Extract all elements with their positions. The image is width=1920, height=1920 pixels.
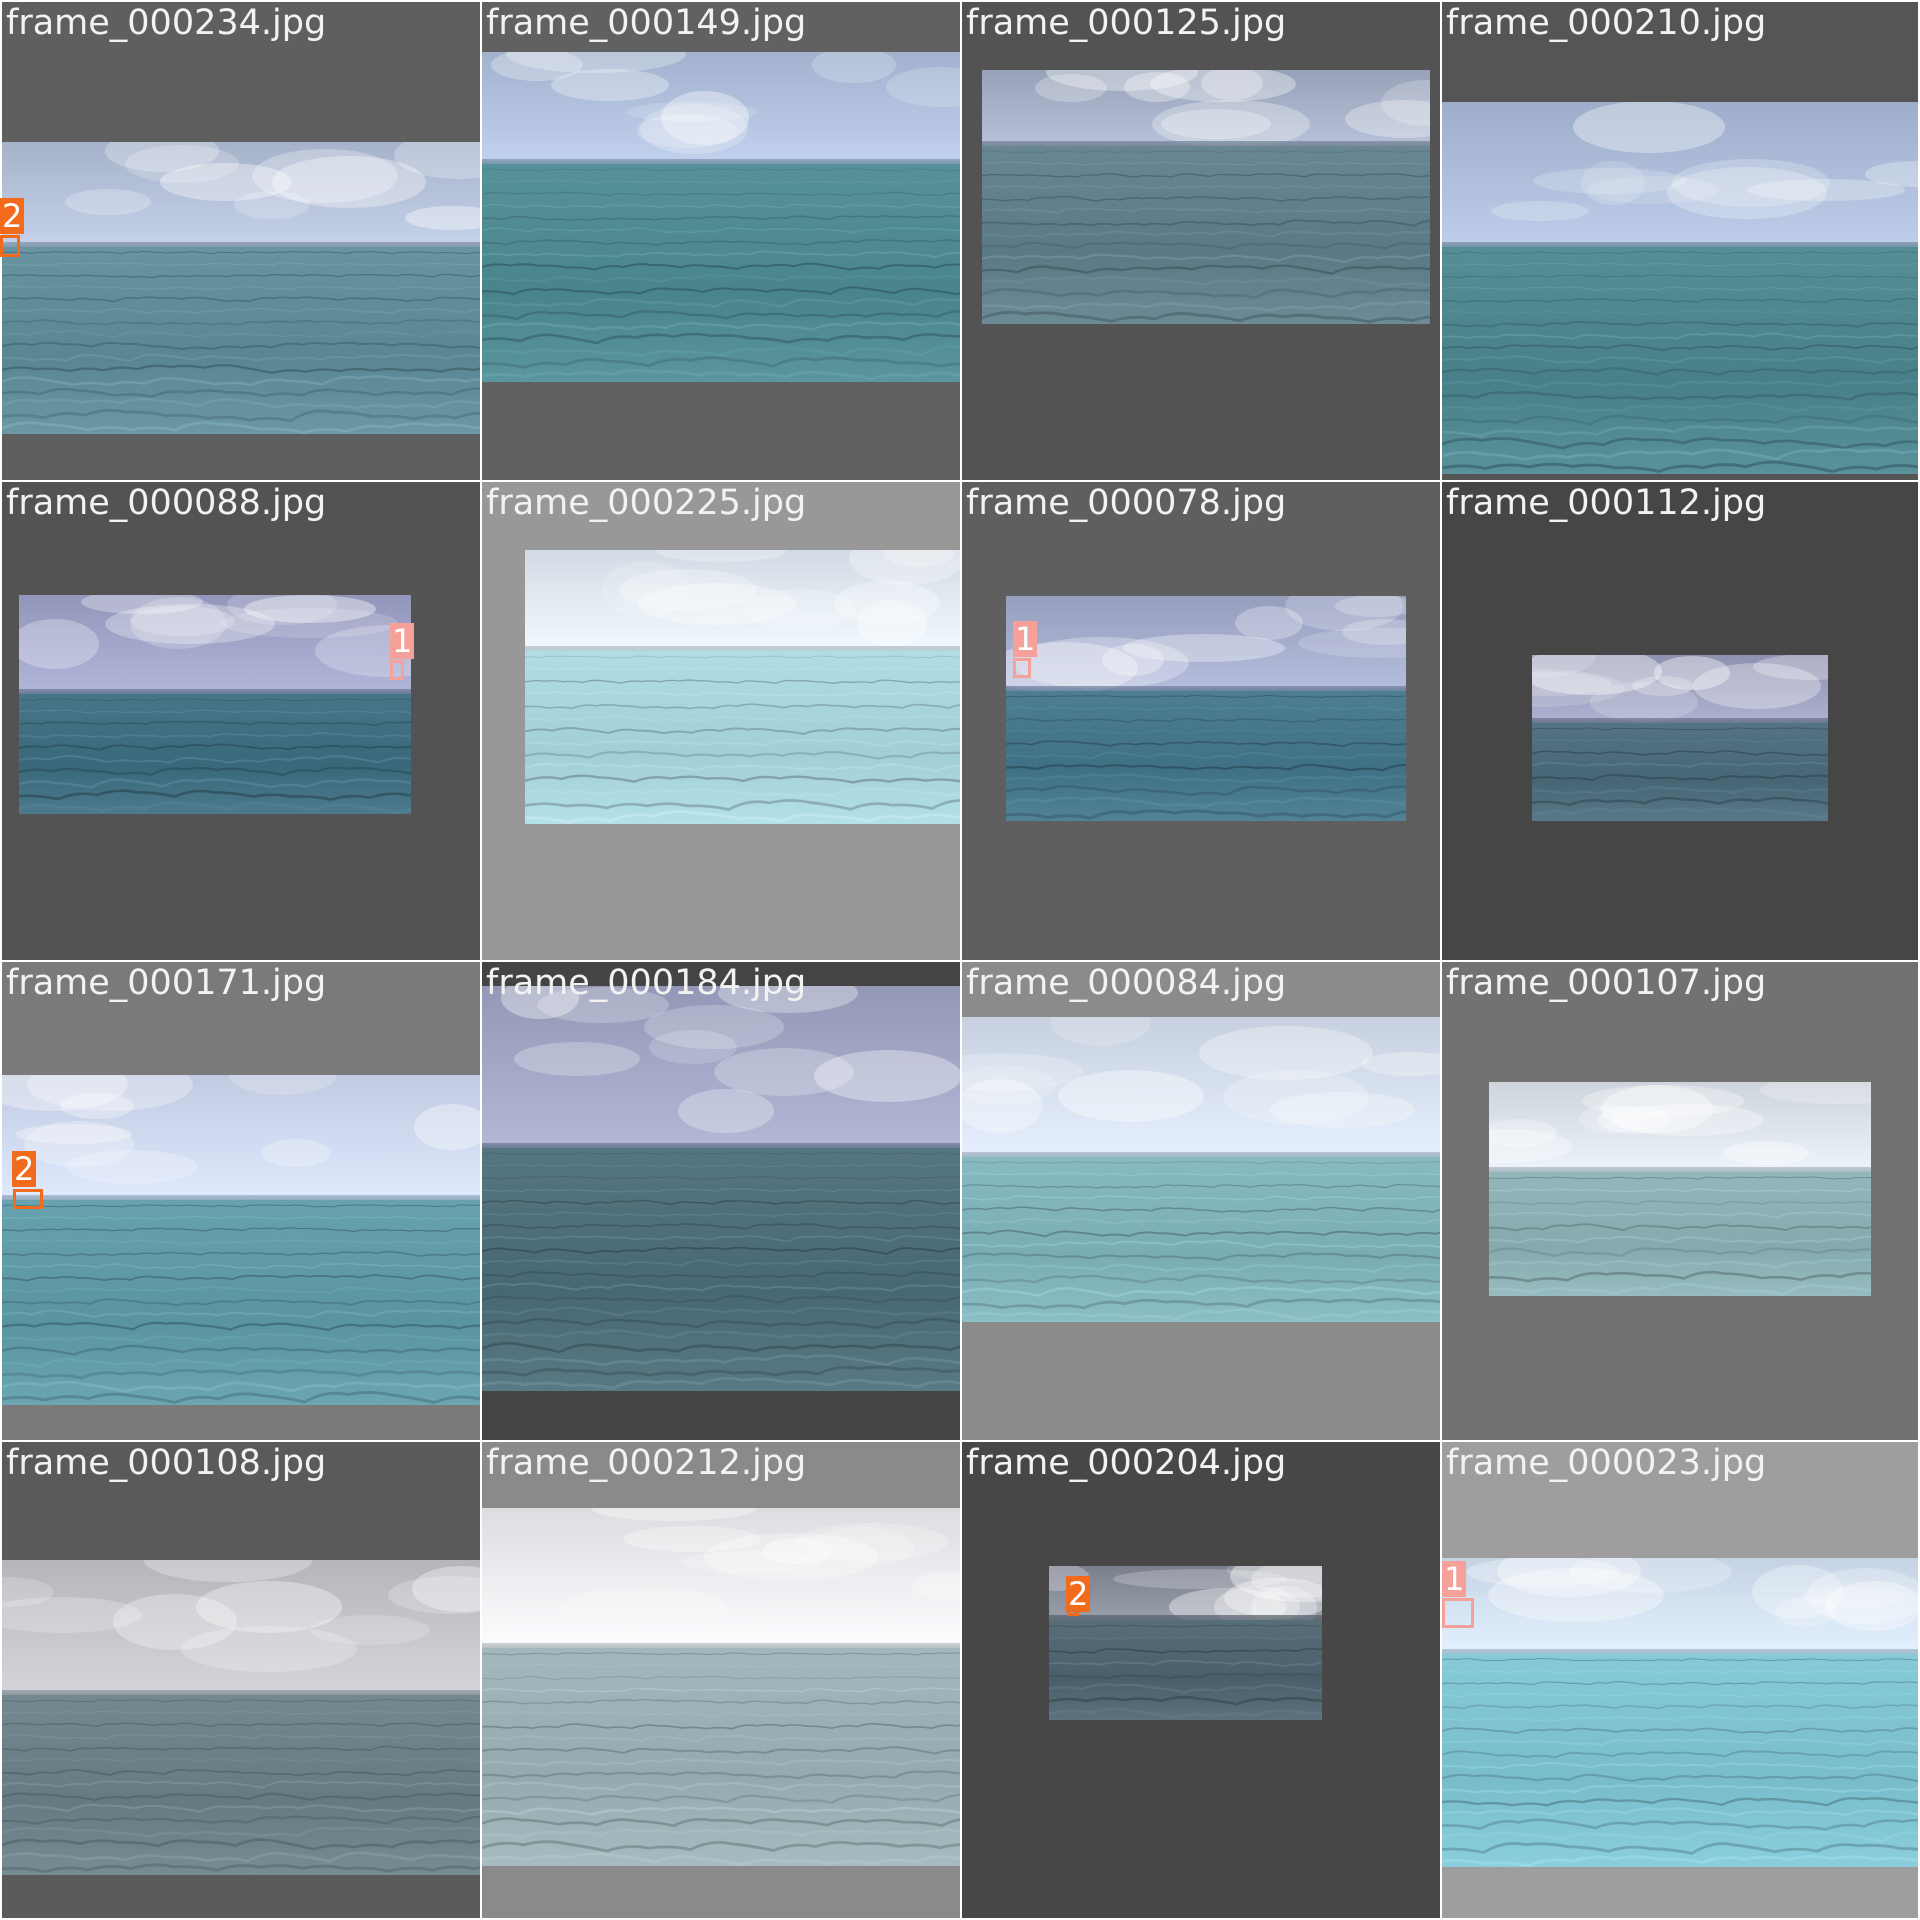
mosaic-tile: frame_000204.jpg — [962, 1442, 1440, 1918]
detection-class-badge: 2 — [0, 197, 25, 235]
sea-photo — [2, 142, 480, 434]
mosaic-tile: frame_000171.jpg — [2, 962, 480, 1440]
photo-sky — [2, 1075, 480, 1200]
detection-box — [0, 235, 20, 257]
detection-box — [13, 1189, 43, 1209]
detection-class-badge: 2 — [12, 1150, 37, 1188]
sea-photo — [1442, 1558, 1918, 1867]
sea-photo — [1442, 102, 1918, 474]
detection-class-badge: 1 — [390, 622, 415, 660]
filename-label: frame_000078.jpg — [966, 483, 1287, 523]
mosaic-tile: frame_000212.jpg — [482, 1442, 960, 1918]
sea-photo — [482, 986, 960, 1391]
filename-label: frame_000023.jpg — [1446, 1443, 1767, 1483]
sea-photo — [1489, 1082, 1871, 1296]
mosaic-tile: frame_000184.jpg — [482, 962, 960, 1440]
photo-sea — [482, 164, 960, 382]
sea-photo — [2, 1560, 480, 1875]
photo-sky — [2, 1560, 480, 1695]
photo-sky — [482, 986, 960, 1148]
mosaic-tile: frame_000149.jpg — [482, 2, 960, 480]
photo-sea — [1442, 247, 1918, 474]
photo-sea — [2, 1695, 480, 1875]
filename-label: frame_000084.jpg — [966, 963, 1287, 1003]
sea-photo — [1532, 655, 1828, 821]
photo-sky — [1006, 596, 1406, 691]
photo-sky — [1532, 655, 1828, 723]
mosaic-tile: frame_000078.jpg — [962, 482, 1440, 960]
filename-label: frame_000149.jpg — [486, 3, 807, 43]
mosaic-tile: frame_000108.jpg — [2, 1442, 480, 1918]
filename-label: frame_000108.jpg — [6, 1443, 327, 1483]
filename-label: frame_000171.jpg — [6, 963, 327, 1003]
mosaic-tile: frame_000023.jpg — [1442, 1442, 1918, 1918]
filename-label: frame_000210.jpg — [1446, 3, 1767, 43]
photo-sky — [1442, 102, 1918, 247]
sea-photo — [19, 595, 411, 814]
photo-sea — [982, 146, 1430, 324]
photo-sea — [1442, 1654, 1918, 1867]
sea-photo — [1006, 596, 1406, 821]
filename-label: frame_000212.jpg — [486, 1443, 807, 1483]
photo-sky — [482, 52, 960, 164]
photo-sea — [2, 1200, 480, 1405]
photo-sea — [1049, 1620, 1322, 1720]
detection-class-badge: 1 — [1442, 1560, 1467, 1598]
mosaic-tile: frame_000225.jpg — [482, 482, 960, 960]
photo-sea — [1532, 723, 1828, 821]
mosaic-tile: frame_000234.jpg — [2, 2, 480, 480]
photo-sky — [982, 70, 1430, 146]
mosaic-tile: frame_000210.jpg — [1442, 2, 1918, 480]
photo-sky — [2, 142, 480, 247]
photo-sea — [525, 651, 960, 824]
detection-box — [1013, 658, 1031, 678]
sea-photo — [982, 70, 1430, 324]
photo-sea — [482, 1148, 960, 1391]
photo-sky — [1442, 1558, 1918, 1654]
detection-class-badge: 1 — [1013, 620, 1038, 658]
mosaic-tile: frame_000112.jpg — [1442, 482, 1918, 960]
photo-sky — [962, 1017, 1440, 1157]
filename-label: frame_000088.jpg — [6, 483, 327, 523]
detection-box — [1442, 1598, 1474, 1628]
sea-photo — [962, 1017, 1440, 1322]
detection-class-badge: 2 — [1066, 1575, 1091, 1613]
photo-sea — [962, 1157, 1440, 1322]
photo-sea — [482, 1648, 960, 1866]
photo-sky — [482, 1508, 960, 1648]
photo-sea — [1006, 691, 1406, 821]
filename-label: frame_000225.jpg — [486, 483, 807, 523]
photo-sky — [1489, 1082, 1871, 1172]
photo-sea — [19, 694, 411, 814]
mosaic-grid: frame_000234.jpg 2 frame_000149.jpg frame_0… — [0, 0, 1920, 1920]
photo-sea — [1489, 1172, 1871, 1296]
detection-box — [390, 660, 404, 680]
sea-photo — [482, 1508, 960, 1866]
sea-photo — [525, 550, 960, 824]
mosaic-tile: frame_000107.jpg — [1442, 962, 1918, 1440]
mosaic-tile: frame_000084.jpg — [962, 962, 1440, 1440]
sea-photo — [2, 1075, 480, 1405]
photo-sky — [19, 595, 411, 694]
filename-label: frame_000107.jpg — [1446, 963, 1767, 1003]
filename-label: frame_000204.jpg — [966, 1443, 1287, 1483]
filename-label: frame_000184.jpg — [486, 963, 807, 1003]
mosaic-tile: frame_000125.jpg — [962, 2, 1440, 480]
filename-label: frame_000234.jpg — [6, 3, 327, 43]
photo-sea — [2, 247, 480, 434]
mosaic-tile: frame_000088.jpg — [2, 482, 480, 960]
sea-photo — [482, 52, 960, 382]
filename-label: frame_000112.jpg — [1446, 483, 1767, 523]
filename-label: frame_000125.jpg — [966, 3, 1287, 43]
photo-sky — [525, 550, 960, 651]
